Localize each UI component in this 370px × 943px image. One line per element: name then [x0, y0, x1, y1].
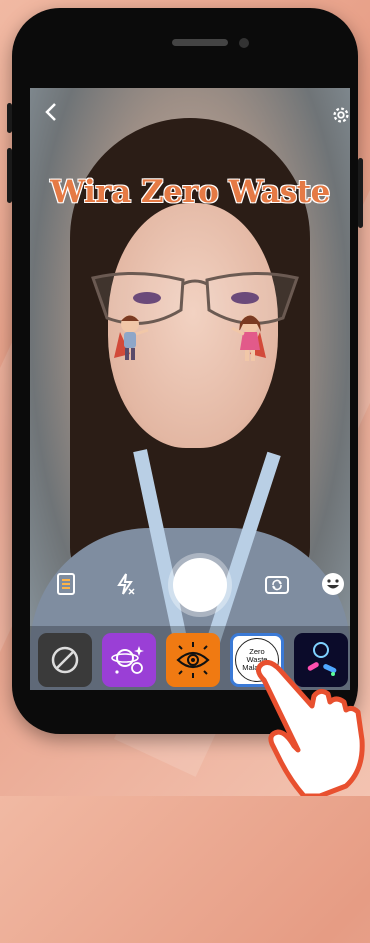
gear-icon[interactable]	[330, 104, 350, 126]
camera-viewfinder: Wira Zero Waste Zero Waste	[30, 88, 350, 690]
power-button	[358, 158, 363, 228]
shutter-button[interactable]	[173, 558, 227, 612]
filter-title: Wira Zero Waste	[50, 174, 330, 210]
hero-sticker-left	[114, 315, 149, 360]
chevron-left-icon[interactable]	[44, 102, 58, 128]
flash-off-icon[interactable]	[114, 572, 136, 596]
camera-flip-icon[interactable]	[264, 572, 290, 596]
pointing-hand-icon	[256, 660, 365, 796]
effect-none[interactable]	[38, 633, 92, 687]
hero-sticker-right	[231, 315, 266, 361]
smiley-icon[interactable]	[320, 571, 346, 597]
volume-button	[7, 103, 12, 133]
eye-icon	[176, 642, 210, 678]
front-camera	[239, 38, 249, 48]
gallery-icon[interactable]	[56, 572, 78, 596]
volume-button	[7, 148, 12, 203]
effect-sparkle-planets[interactable]	[102, 633, 156, 687]
effect-eye-sun[interactable]	[166, 633, 220, 687]
speaker-grille	[172, 39, 228, 46]
slash-circle-icon	[51, 646, 79, 674]
planet-sparkle-icon	[111, 646, 144, 674]
